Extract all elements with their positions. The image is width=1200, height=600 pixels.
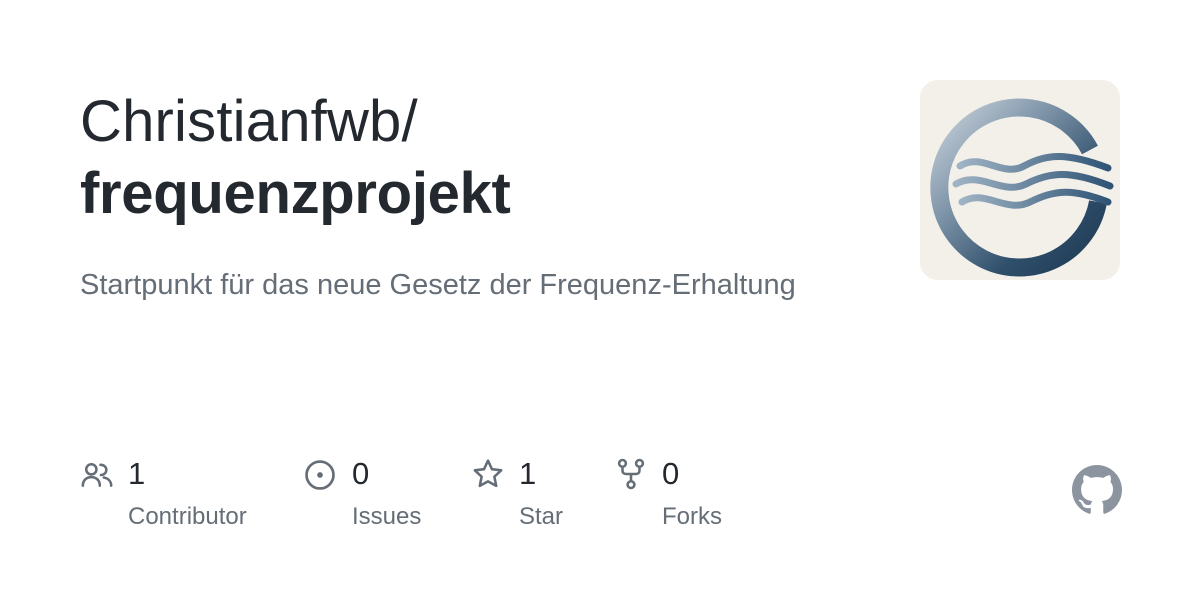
issue-circle-icon [305, 460, 335, 490]
stars-label: Star [519, 503, 564, 530]
github-icon[interactable] [1072, 465, 1122, 515]
stars-count: 1 [519, 456, 537, 491]
issues-count: 0 [352, 456, 370, 491]
repo-owner[interactable]: Christianfwb/ [80, 86, 900, 158]
star-icon [473, 459, 503, 488]
repo-social-card: Christianfwb/ frequenzprojekt Startpunkt… [0, 0, 1200, 600]
repo-name[interactable]: frequenzprojekt [80, 158, 900, 230]
forks-count: 0 [662, 456, 680, 491]
wave-ring-logo-icon [920, 80, 1120, 280]
issues-label: Issues [352, 503, 422, 530]
contributors-count: 1 [128, 456, 146, 491]
repo-description: Startpunkt für das neue Gesetz der Frequ… [80, 269, 796, 301]
fork-icon [617, 458, 645, 490]
forks-label: Forks [662, 503, 722, 530]
contributors-label: Contributor [128, 503, 247, 530]
repo-title: Christianfwb/ frequenzprojekt [80, 86, 900, 230]
repo-avatar [920, 80, 1120, 280]
people-icon [81, 462, 113, 487]
